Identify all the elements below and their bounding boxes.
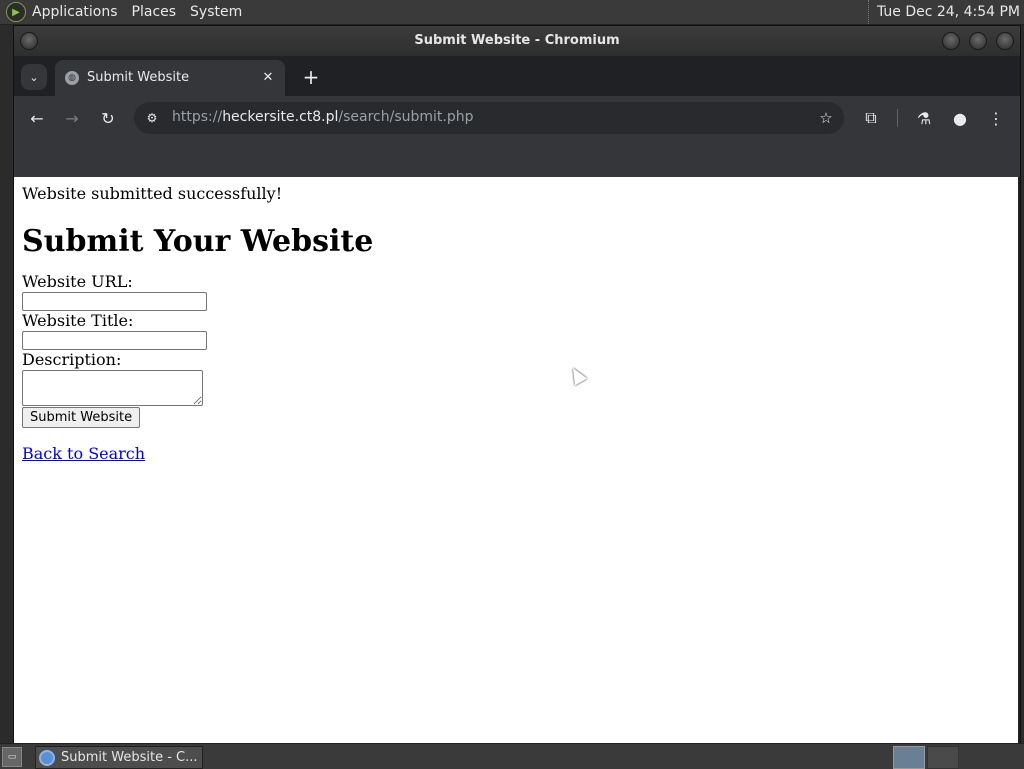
url-label: Website URL: xyxy=(22,272,133,291)
tab-search-button[interactable]: ⌄ xyxy=(21,64,47,90)
new-tab-button[interactable]: + xyxy=(298,64,324,90)
show-desktop-icon[interactable]: ▭ xyxy=(2,747,22,767)
window-menu-icon[interactable] xyxy=(20,32,38,50)
window-titlebar[interactable]: Submit Website - Chromium xyxy=(14,26,1020,56)
url-path: /search/submit.php xyxy=(338,109,474,125)
arrow-left-icon: ← xyxy=(30,108,44,128)
url-host: heckersite.ct8.pl xyxy=(222,109,339,125)
back-to-search-link[interactable]: Back to Search xyxy=(22,444,145,463)
chevron-down-icon: ⌄ xyxy=(29,70,39,84)
description-textarea[interactable] xyxy=(22,370,203,406)
site-info-icon[interactable]: ⚙ xyxy=(142,108,162,128)
reload-button[interactable]: ↻ xyxy=(96,106,120,130)
window-title: Submit Website - Chromium xyxy=(414,33,620,48)
forward-button[interactable]: → xyxy=(60,106,84,130)
taskbar: ▭ Submit Website - C... xyxy=(0,743,1024,769)
arrow-right-icon: → xyxy=(65,108,79,128)
back-button[interactable]: ← xyxy=(25,106,49,130)
distro-logo-icon[interactable]: ▶ xyxy=(6,2,26,22)
workspace-1-button[interactable] xyxy=(893,746,925,769)
menu-places[interactable]: Places xyxy=(132,4,177,20)
clock[interactable]: Tue Dec 24, 4:54 PM xyxy=(867,0,1020,24)
profile-button[interactable]: ● xyxy=(948,106,972,130)
extensions-button[interactable]: ⧉ xyxy=(859,106,883,130)
page-content: Website submitted successfully! Submit Y… xyxy=(22,185,1002,463)
browser-window: Submit Website - Chromium ⌄ ◍ Submit Web… xyxy=(13,25,1021,745)
labs-button[interactable]: ⚗ xyxy=(912,106,936,130)
submit-form: Website URL: Website Title: Description:… xyxy=(22,273,1002,428)
globe-icon: ◍ xyxy=(65,71,79,85)
browser-toolbar: ← → ↻ ⚙ https://heckersite.ct8.pl/search… xyxy=(14,96,1020,140)
success-message: Website submitted successfully! xyxy=(22,184,283,203)
title-input[interactable] xyxy=(22,331,207,350)
toolbar-separator xyxy=(897,109,898,127)
description-label: Description: xyxy=(22,350,122,369)
close-window-button[interactable] xyxy=(996,32,1014,50)
tab-strip: ⌄ ◍ Submit Website ✕ + xyxy=(14,56,1020,96)
flask-icon: ⚗ xyxy=(916,108,932,128)
bookmark-star-icon[interactable]: ☆ xyxy=(816,108,836,128)
puzzle-icon: ⧉ xyxy=(865,108,877,127)
bookmark-bar xyxy=(14,140,1020,178)
menu-button[interactable]: ⋮ xyxy=(984,106,1008,130)
tab-title: Submit Website xyxy=(87,70,190,85)
taskbar-item-chromium[interactable]: Submit Website - C... xyxy=(35,746,203,769)
page-title: Submit Your Website xyxy=(22,224,374,259)
tab-close-icon[interactable]: ✕ xyxy=(259,68,277,86)
reload-icon: ↻ xyxy=(101,108,115,128)
url-scheme: https:// xyxy=(172,109,223,125)
account-icon: ● xyxy=(953,108,967,128)
maximize-button[interactable] xyxy=(969,32,987,50)
page-viewport: Website submitted successfully! Submit Y… xyxy=(14,177,1018,743)
url-text[interactable]: https://heckersite.ct8.pl/search/submit.… xyxy=(172,109,474,125)
workspace-2-button[interactable] xyxy=(927,746,959,769)
address-bar[interactable]: ⚙ https://heckersite.ct8.pl/search/submi… xyxy=(134,102,844,134)
more-vert-icon: ⋮ xyxy=(988,108,1004,128)
url-input[interactable] xyxy=(22,292,207,311)
top-panel: ▶ Applications Places System Tue Dec 24,… xyxy=(0,0,1024,25)
menu-applications[interactable]: Applications xyxy=(32,4,118,20)
tab-submit-website[interactable]: ◍ Submit Website ✕ xyxy=(55,60,285,96)
taskbar-item-label: Submit Website - C... xyxy=(61,750,198,765)
title-label: Website Title: xyxy=(22,311,134,330)
menu-system[interactable]: System xyxy=(190,4,242,20)
chromium-icon xyxy=(39,749,55,766)
minimize-button[interactable] xyxy=(942,32,960,50)
submit-website-button[interactable]: Submit Website xyxy=(22,407,141,428)
